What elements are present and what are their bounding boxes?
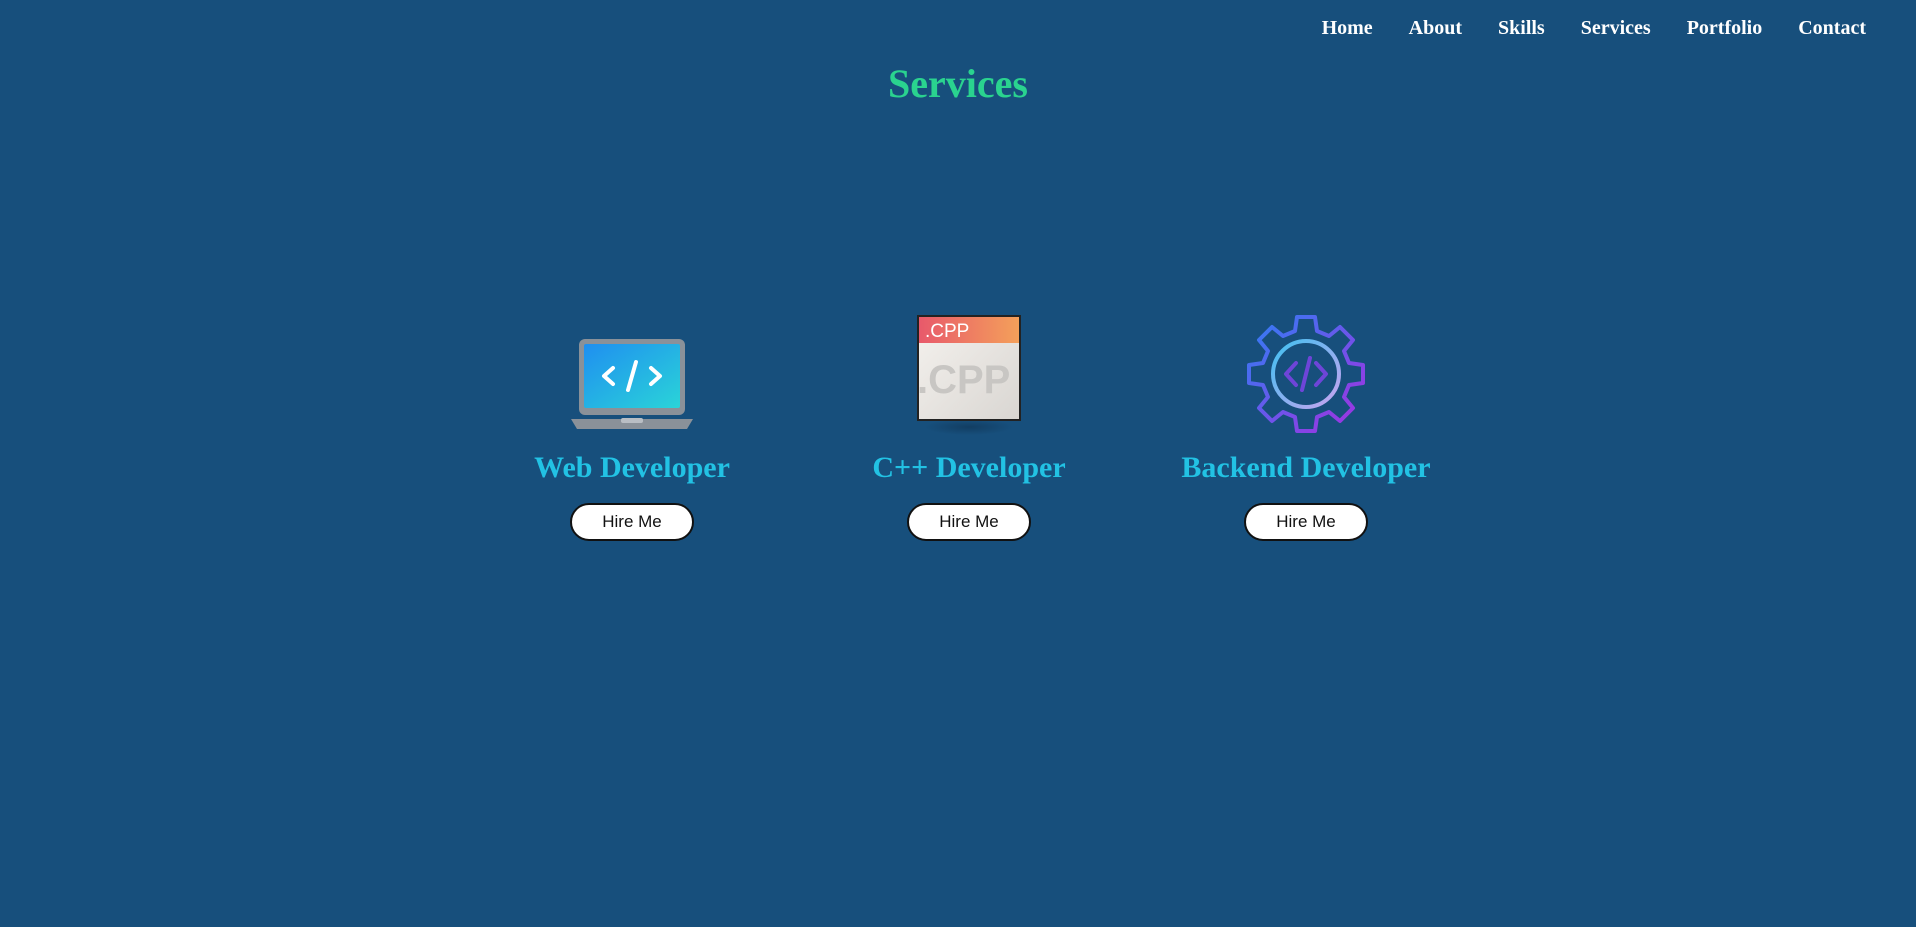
gear-code-svg: [1247, 315, 1365, 433]
service-card-web: Web Developer Hire Me: [482, 310, 782, 541]
hire-me-button[interactable]: Hire Me: [1244, 503, 1368, 541]
cpp-header-text: .CPP: [925, 321, 969, 342]
nav-skills[interactable]: Skills: [1498, 18, 1545, 38]
service-card-backend: Backend Developer Hire Me: [1156, 310, 1456, 541]
main-nav: Home About Skills Services Portfolio Con…: [1322, 18, 1866, 38]
nav-contact[interactable]: Contact: [1798, 18, 1866, 38]
nav-home[interactable]: Home: [1322, 18, 1373, 38]
nav-portfolio[interactable]: Portfolio: [1687, 18, 1763, 38]
hire-me-button[interactable]: Hire Me: [907, 503, 1031, 541]
service-card-cpp: .CPP .CPP C++ Developer Hire Me: [819, 310, 1119, 541]
service-title: C++ Developer: [872, 451, 1066, 484]
gear-code-icon: [1156, 310, 1456, 435]
laptop-code-icon: [482, 310, 782, 435]
cpp-file-icon: .CPP .CPP: [819, 310, 1119, 435]
cpp-file-svg: .CPP .CPP: [917, 315, 1021, 435]
nav-services[interactable]: Services: [1581, 18, 1651, 38]
service-title: Web Developer: [534, 451, 730, 484]
page-title: Services: [888, 61, 1028, 106]
laptop-code-svg: [571, 339, 693, 429]
hire-me-button[interactable]: Hire Me: [570, 503, 694, 541]
service-title: Backend Developer: [1181, 451, 1431, 484]
cpp-body-text: .CPP: [917, 358, 1010, 402]
nav-about[interactable]: About: [1409, 18, 1462, 38]
